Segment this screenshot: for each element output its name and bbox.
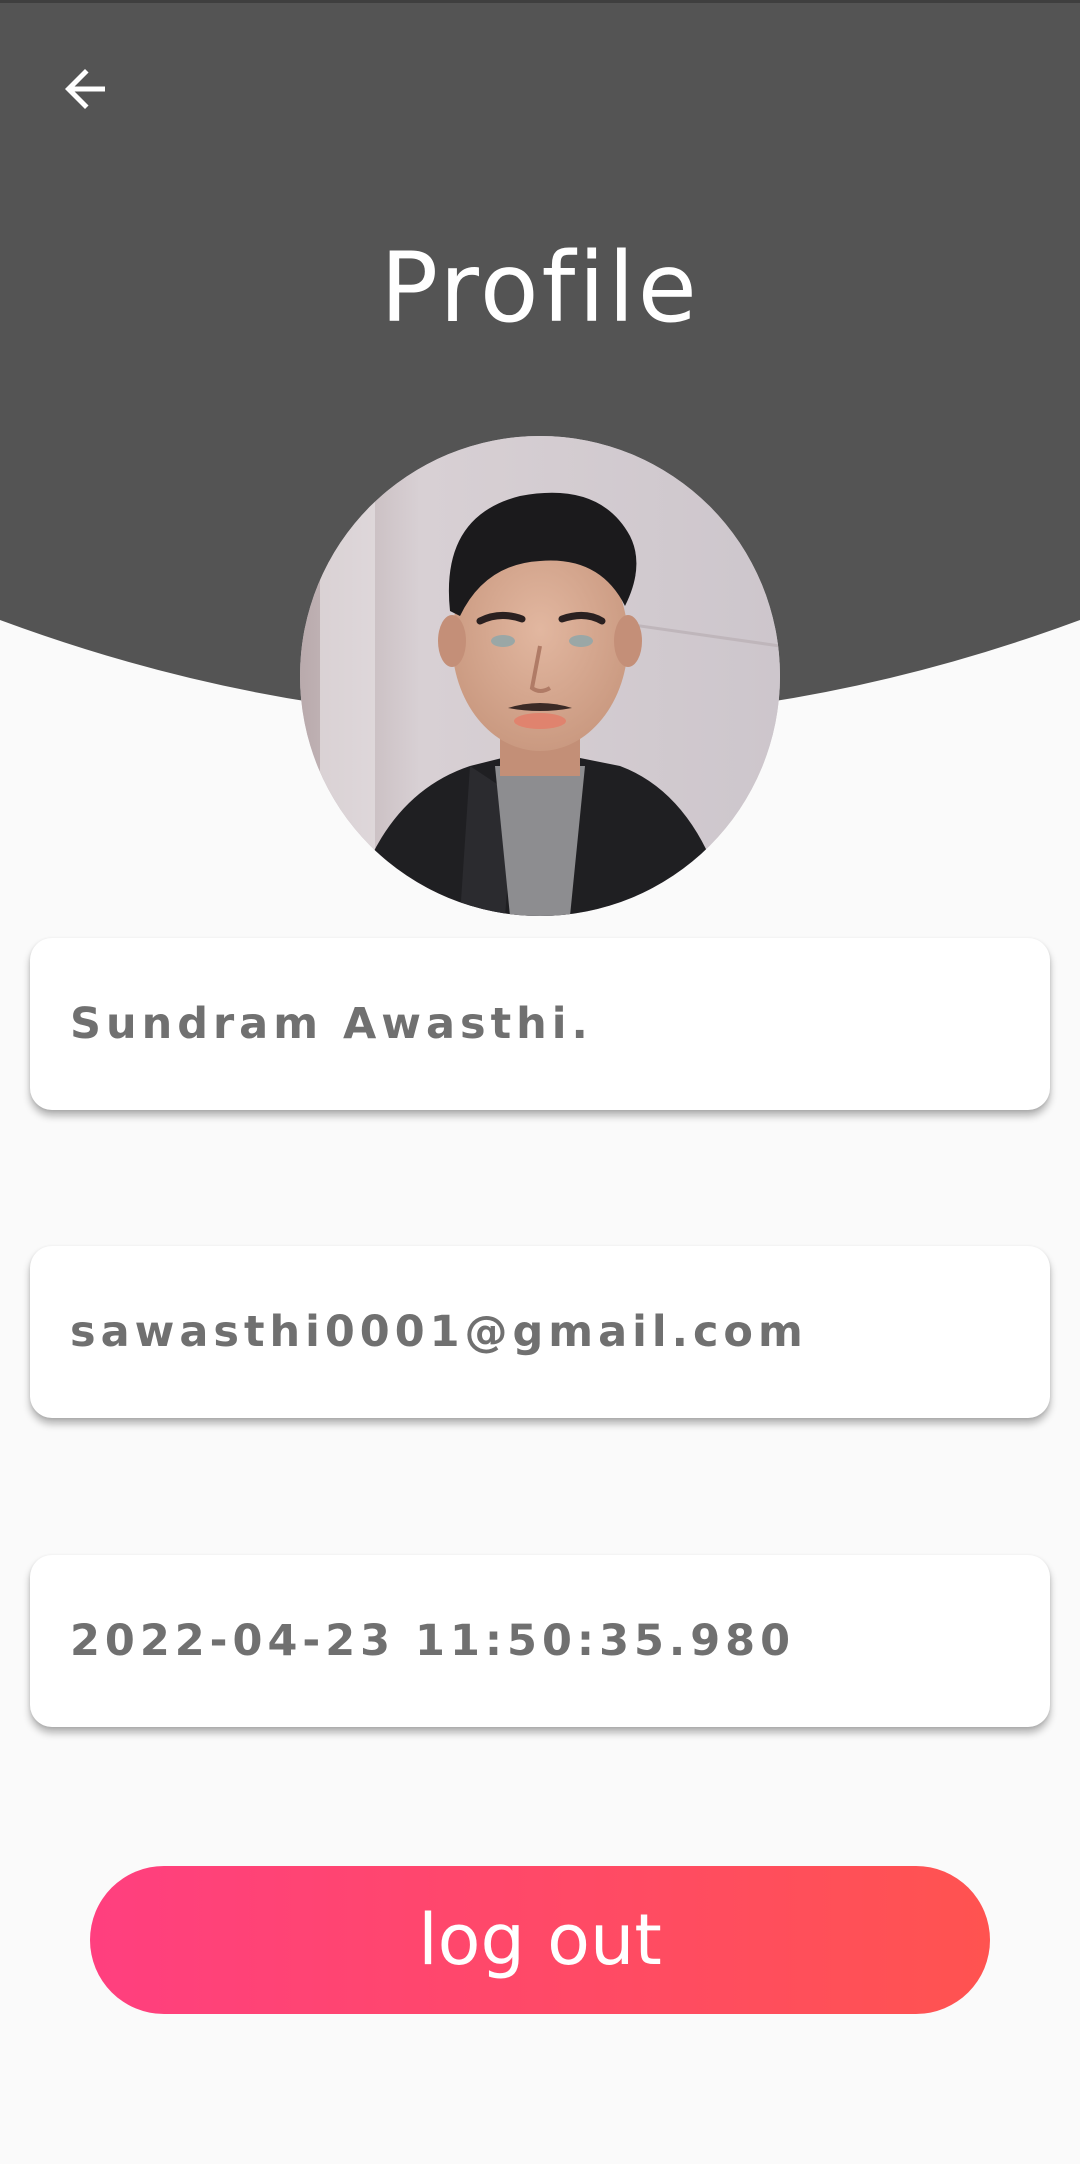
- logout-button[interactable]: log out: [90, 1866, 990, 2014]
- arrow-left-icon: [65, 69, 105, 109]
- avatar: [300, 436, 780, 916]
- email-card: sawasthi0001@gmail.com: [30, 1246, 1050, 1418]
- user-name: Sundram Awasthi.: [70, 999, 593, 1049]
- avatar-photo: [300, 436, 780, 916]
- user-email: sawasthi0001@gmail.com: [70, 1307, 808, 1357]
- back-button[interactable]: [40, 44, 130, 134]
- page-title: Profile: [380, 232, 700, 344]
- timestamp-card: 2022-04-23 11:50:35.980: [30, 1555, 1050, 1727]
- name-card: Sundram Awasthi.: [30, 938, 1050, 1110]
- user-timestamp: 2022-04-23 11:50:35.980: [70, 1616, 796, 1666]
- profile-screen: Profile Sundram Awasthi. sawasthi0001@gm…: [0, 0, 1080, 2164]
